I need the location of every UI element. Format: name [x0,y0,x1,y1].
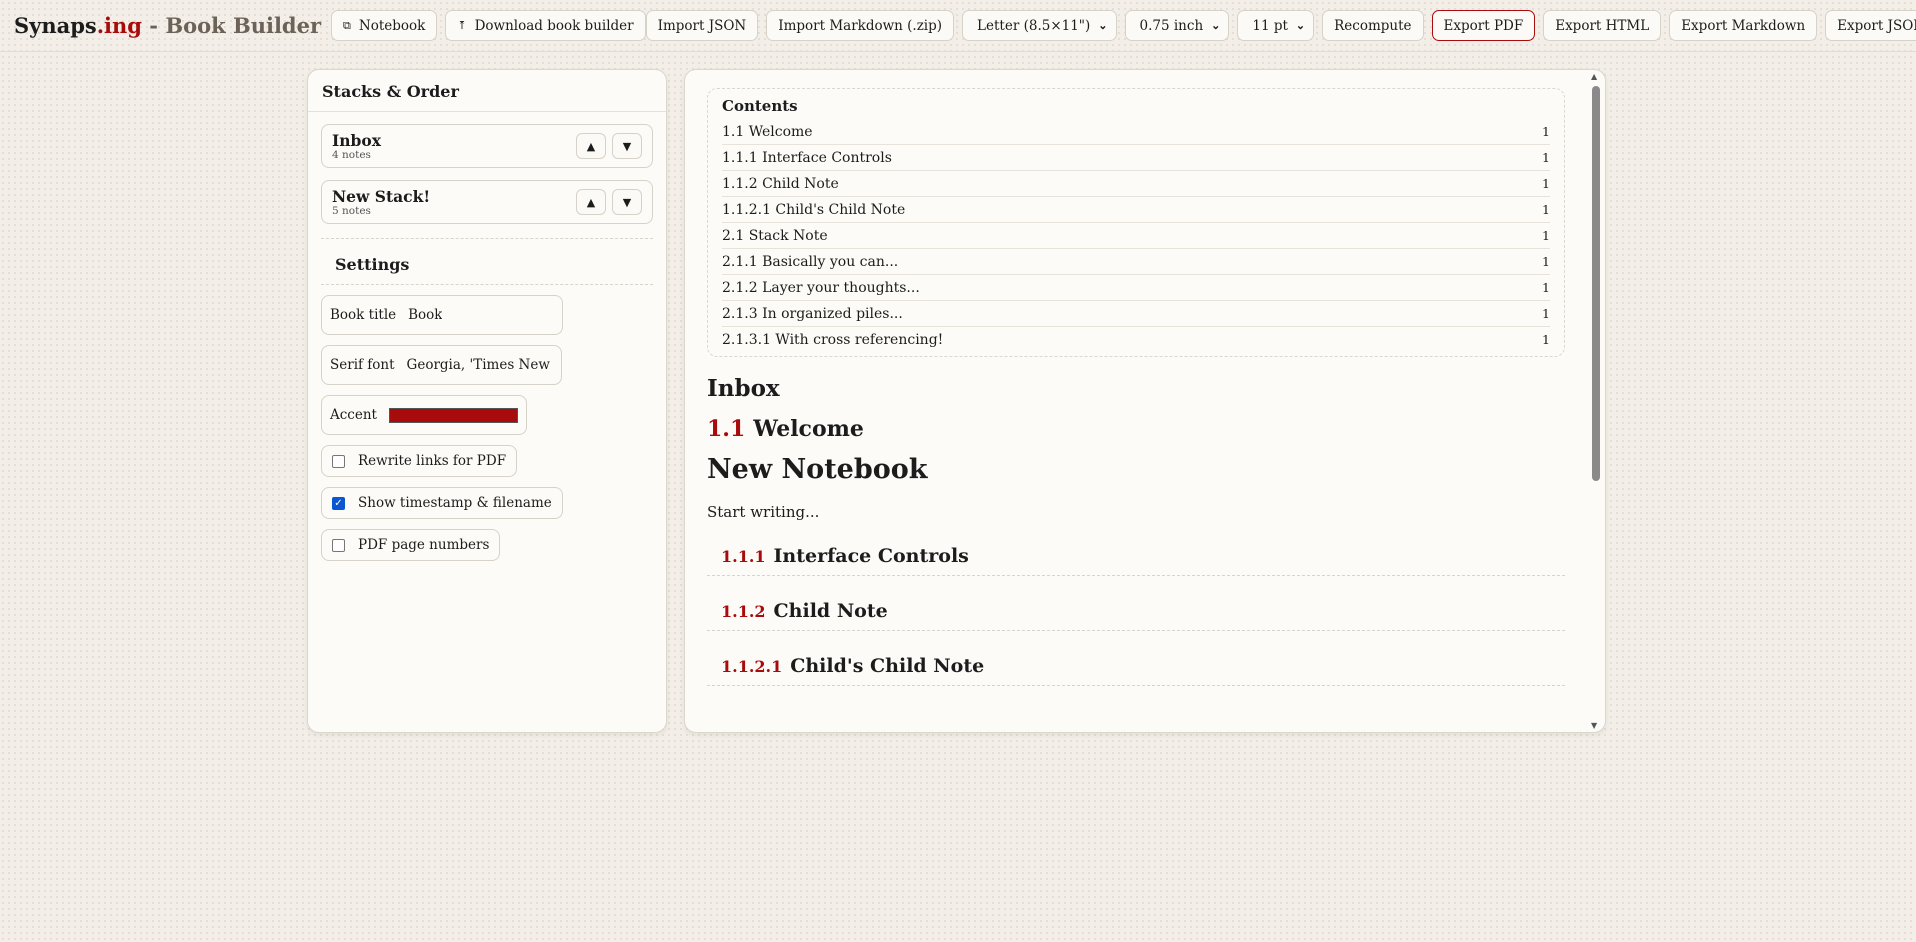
serif-font-label: Serif font [330,357,395,373]
export-html-button[interactable]: Export HTML [1543,10,1662,41]
note-heading: 1.1.2.1 Child's Child Note [707,655,1565,686]
recompute-button[interactable]: Recompute [1322,10,1424,41]
stack-count: 5 notes [332,204,371,217]
upload-icon: ⤒ [457,19,467,32]
stack-item-inbox[interactable]: Inbox 4 notes ▲ ▼ [321,124,653,168]
toc-entry-title[interactable]: 2.1 Stack Note [722,228,828,244]
preview-scrollbar[interactable]: ▲ ▼ [1589,72,1601,730]
stack-name: Inbox [332,130,381,150]
move-up-button[interactable]: ▲ [576,133,606,159]
show-timestamp-checkbox[interactable]: ✓ Show timestamp & filename [321,487,563,519]
move-up-button[interactable]: ▲ [576,189,606,215]
toc-title: Contents [722,97,798,115]
checkbox-icon[interactable] [332,454,345,468]
toc-entry-title[interactable]: 1.1.2.1 Child's Child Note [722,202,905,218]
book-title-label: Book title [330,307,397,323]
toc-entry-title[interactable]: 1.1 Welcome [722,124,813,140]
stack-count: 4 notes [332,148,371,161]
content-heading: New Notebook [707,454,928,485]
stacks-panel: Stacks & Order Inbox 4 notes ▲ ▼ New Sta… [307,69,667,733]
table-of-contents: Contents 1.1 Welcome 1 1.1.1 Interface Con… [707,88,1565,357]
toc-entry-page: 1 [1542,280,1550,295]
book-title-input[interactable]: Book [408,307,442,323]
accent-color-picker[interactable] [388,407,518,423]
export-pdf-button[interactable]: Export PDF [1431,10,1536,41]
note-heading: 1.1.1 Interface Controls [707,545,1565,576]
pdf-page-numbers-checkbox[interactable]: PDF page numbers [321,529,501,561]
toc-row[interactable]: 1.1.1 Interface Controls 1 [722,144,1550,170]
toc-row[interactable]: 1.1 Welcome 1 [722,119,1550,144]
toc-entry-title[interactable]: 1.1.1 Interface Controls [722,150,892,166]
download-builder-button[interactable]: ⤒ Download book builder [445,10,646,41]
paper-size-select[interactable]: Letter (8.5×11") ⌄ [962,10,1117,41]
toc-entry-title[interactable]: 2.1.1 Basically you can... [722,254,898,270]
note-heading: 1.1.2 Child Note [707,600,1565,631]
accent-field[interactable]: Accent [321,395,527,435]
toc-entry-title[interactable]: 2.1.2 Layer your thoughts... [722,280,920,296]
chevron-down-icon: ⌄ [1098,19,1108,32]
scroll-down-icon[interactable]: ▼ [1591,721,1597,730]
font-size-select[interactable]: 11 pt ⌄ [1237,10,1315,41]
toc-entry-page: 1 [1542,176,1550,191]
toc-entry-page: 1 [1542,202,1550,217]
serif-font-input[interactable]: Georgia, 'Times New Ron [407,357,551,373]
rewrite-links-checkbox[interactable]: Rewrite links for PDF [321,445,518,477]
app-title: Synaps.ing - Book Builder [14,13,322,38]
stack-name: New Stack! [332,186,431,206]
notebook-button[interactable]: ⧉ Notebook [331,10,438,41]
checkbox-icon[interactable] [332,538,345,552]
toc-row[interactable]: 2.1 Stack Note 1 [722,222,1550,248]
stacks-panel-title: Stacks & Order [308,70,666,112]
accent-label: Accent [330,407,377,423]
preview-content: Contents 1.1 Welcome 1 1.1.1 Interface Con… [707,88,1565,686]
toc-entry-page: 1 [1542,306,1550,321]
export-markdown-button[interactable]: Export Markdown [1669,10,1818,41]
scrollbar-thumb[interactable] [1592,86,1600,481]
toc-entry-page: 1 [1542,124,1550,139]
toc-entry-page: 1 [1542,332,1550,347]
toc-row[interactable]: 1.1.2 Child Note 1 [722,170,1550,196]
toc-row[interactable]: 2.1.3 In organized piles... 1 [722,300,1550,326]
toc-row[interactable]: 2.1.2 Layer your thoughts... 1 [722,274,1550,300]
content-paragraph: Start writing... [707,503,820,521]
margin-select[interactable]: 0.75 inch ⌄ [1124,10,1230,41]
stack-heading: Inbox [707,375,780,402]
serif-font-field[interactable]: Serif font Georgia, 'Times New Ron [321,345,562,385]
toc-row[interactable]: 2.1.1 Basically you can... 1 [722,248,1550,274]
book-preview-panel[interactable]: Contents 1.1 Welcome 1 1.1.1 Interface Con… [684,69,1606,733]
stack-item-new-stack[interactable]: New Stack! 5 notes ▲ ▼ [321,180,653,224]
toc-row[interactable]: 2.1.3.1 With cross referencing! 1 [722,326,1550,352]
chevron-down-icon: ⌄ [1295,19,1306,32]
toc-entry-title[interactable]: 1.1.2 Child Note [722,176,839,192]
chevron-down-icon: ⌄ [1211,19,1221,32]
import-json-button[interactable]: Import JSON [645,10,759,41]
settings-title: Settings [321,239,653,285]
toc-entry-page: 1 [1542,254,1550,269]
note-heading-welcome: 1.1 Welcome [707,416,864,442]
copy-icon: ⧉ [343,18,351,32]
scroll-up-icon[interactable]: ▲ [1591,72,1597,81]
move-down-button[interactable]: ▼ [612,189,642,215]
toc-entry-title[interactable]: 2.1.3 In organized piles... [722,306,903,322]
export-json-button[interactable]: Export JSON [1825,10,1916,41]
toc-entry-page: 1 [1542,150,1550,165]
toc-entry-title[interactable]: 2.1.3.1 With cross referencing! [722,332,943,348]
import-markdown-button[interactable]: Import Markdown (.zip) [766,10,955,41]
toc-row[interactable]: 1.1.2.1 Child's Child Note 1 [722,196,1550,222]
checkbox-checked-icon[interactable]: ✓ [332,496,345,510]
book-title-field[interactable]: Book title Book [321,295,563,335]
toc-entry-page: 1 [1542,228,1550,243]
move-down-button[interactable]: ▼ [612,133,642,159]
top-toolbar: Synaps.ing - Book Builder ⧉ Notebook ⤒ Dow… [0,0,1916,52]
